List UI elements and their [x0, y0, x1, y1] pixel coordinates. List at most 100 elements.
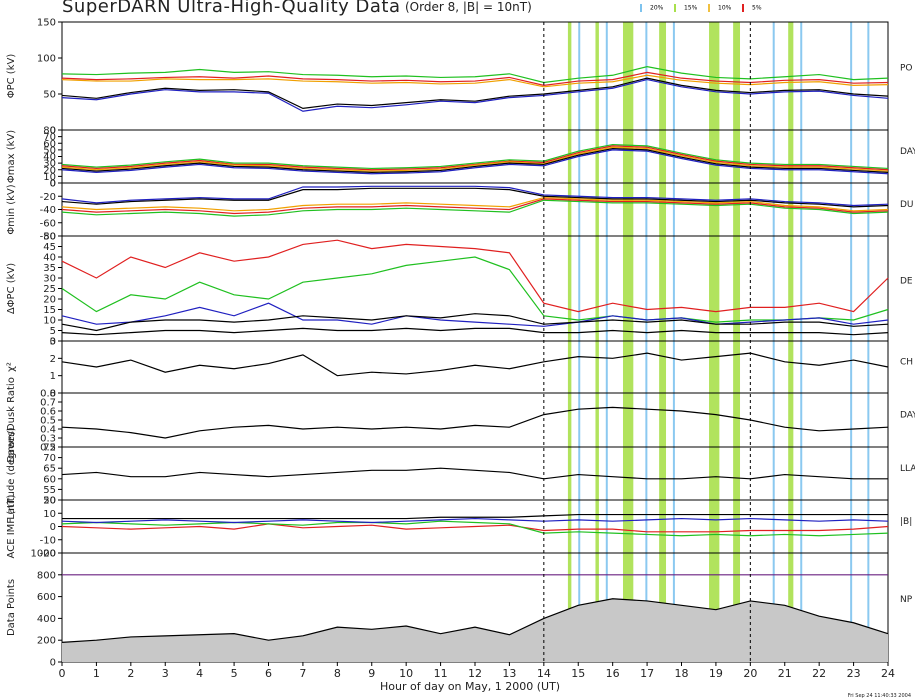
x-tick-label: 13 — [502, 667, 516, 680]
x-tick-label: 20 — [743, 667, 757, 680]
panel-right-label: NP — [900, 595, 913, 605]
x-tick-label: 4 — [196, 667, 203, 680]
y-tick-label: 25 — [43, 284, 56, 295]
x-tick-label: 0 — [59, 667, 66, 680]
y-tick-label: 150 — [37, 18, 56, 29]
y-tick-label: 1 — [50, 371, 56, 382]
shaded-interval — [645, 22, 648, 662]
y-tick-label: 50 — [43, 232, 56, 243]
x-tick-label: 14 — [537, 667, 551, 680]
y-tick-label: 40 — [43, 253, 56, 264]
x-tick-label: 15 — [571, 667, 585, 680]
y-tick-label: 20 — [43, 496, 56, 507]
series-line — [61, 467, 888, 480]
panel-right-label: DE — [900, 276, 913, 286]
y-tick-label: 45 — [43, 242, 56, 253]
series-area — [62, 598, 888, 662]
panel-right-label: DAY — [900, 410, 915, 420]
y-axis-label: Data Points — [6, 579, 17, 636]
series-line — [61, 406, 889, 439]
panel-frame — [61, 446, 889, 501]
shaded-interval — [567, 22, 572, 662]
multi-panel-plot: 050100150ΦPC (kV) PO01020304050607080Φmax… — [6, 18, 915, 681]
series-line — [61, 256, 889, 323]
x-tick-label: 16 — [606, 667, 620, 680]
y-tick-label: 5 — [50, 326, 56, 337]
timestamp: Fri Sep 24 11:40:33 2004 — [847, 693, 911, 699]
x-tick-label: 12 — [468, 667, 482, 680]
x-tick-label: 3 — [162, 667, 169, 680]
shaded-interval — [800, 22, 803, 662]
y-tick-label: 0.8 — [40, 389, 56, 400]
x-tick-label: 7 — [299, 667, 306, 680]
shaded-interval — [709, 22, 720, 662]
y-tick-label: 1000 — [31, 549, 56, 560]
shaded-interval — [850, 22, 853, 662]
panel-right-label: |B| — [900, 517, 912, 527]
y-tick-label: 0 — [50, 522, 56, 533]
y-tick-label: 65 — [43, 464, 56, 475]
shaded-interval — [867, 22, 870, 662]
x-tick-label: 24 — [881, 667, 895, 680]
y-tick-label: 50 — [43, 90, 56, 101]
x-tick-label: 1 — [93, 667, 100, 680]
shaded-interval — [659, 22, 667, 662]
x-tick-label: 5 — [231, 667, 238, 680]
y-axis-label: ΔΦPC (kV) — [6, 263, 17, 314]
x-tick-label: 17 — [640, 667, 654, 680]
x-tick-label: 21 — [778, 667, 792, 680]
x-tick-label: 23 — [847, 667, 861, 680]
x-tick-label: 22 — [812, 667, 826, 680]
y-tick-label: 0 — [50, 658, 56, 669]
y-tick-label: 400 — [37, 614, 56, 625]
series-line — [61, 520, 889, 537]
series-line — [61, 523, 889, 533]
x-tick-label: 11 — [434, 667, 448, 680]
shaded-interval — [595, 22, 599, 662]
x-tick-label: 6 — [265, 667, 272, 680]
panel-right-label: DAY — [900, 147, 915, 157]
series-line — [61, 352, 889, 377]
y-tick-label: 75 — [43, 443, 56, 454]
y-tick-label: -10 — [40, 535, 56, 546]
x-tick-label: 10 — [399, 667, 413, 680]
panel-right-label: PO — [900, 64, 913, 74]
series-line — [61, 327, 889, 336]
shaded-interval — [672, 22, 675, 662]
y-axis-label: ACE IMF (nT) — [6, 494, 17, 558]
y-axis-label: χ² — [6, 362, 17, 372]
y-tick-label: 600 — [37, 592, 56, 603]
x-axis-label: Hour of day on May, 1 2000 (UT) — [380, 680, 561, 693]
y-tick-label: 70 — [43, 453, 56, 464]
panel-right-label: LLA — [900, 464, 915, 474]
shaded-interval — [578, 22, 581, 662]
y-axis-label: ΦPC (kV) — [6, 54, 17, 99]
x-tick-label: 8 — [334, 667, 341, 680]
panel-frame — [61, 392, 889, 448]
shaded-interval — [788, 22, 794, 662]
shaded-interval — [772, 22, 775, 662]
y-tick-label: 30 — [43, 274, 56, 285]
panel-frame — [61, 129, 889, 184]
y-tick-label: 10 — [43, 509, 56, 520]
y-tick-label: 60 — [43, 474, 56, 485]
y-tick-label: 55 — [43, 485, 56, 496]
y-tick-label: 100 — [37, 54, 56, 65]
y-tick-label: -20 — [40, 192, 56, 203]
panel-right-label: DU — [900, 200, 914, 210]
x-tick-label: 2 — [127, 667, 134, 680]
y-tick-label: 10 — [43, 316, 56, 327]
panel-right-label: CH — [900, 357, 913, 367]
shaded-interval — [605, 22, 608, 662]
x-tick-label: 19 — [709, 667, 723, 680]
series-line — [61, 66, 889, 84]
y-tick-label: 15 — [43, 305, 56, 316]
y-axis-label: Φmax (kV) — [6, 130, 17, 183]
panel-frame — [61, 340, 889, 394]
y-tick-label: 200 — [37, 636, 56, 647]
y-tick-label: 80 — [43, 126, 56, 137]
panel-frame — [61, 182, 889, 237]
shaded-interval — [733, 22, 741, 662]
x-tick-label: 9 — [368, 667, 375, 680]
y-tick-label: 3 — [50, 337, 56, 348]
